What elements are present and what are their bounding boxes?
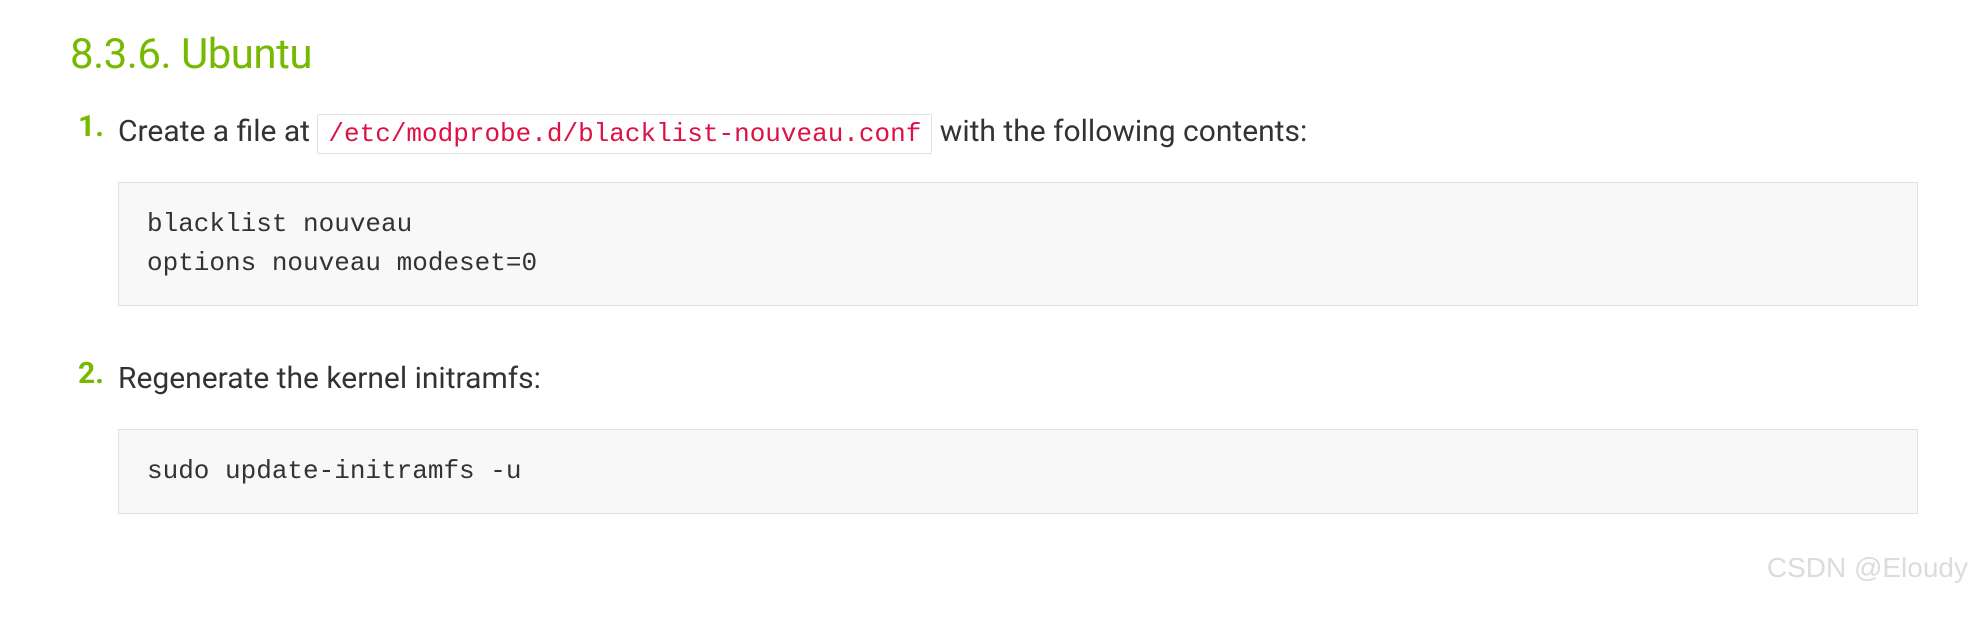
code-block[interactable]: blacklist nouveau options nouveau modese… [118,182,1918,306]
section-heading: 8.3.6. Ubuntu [70,30,1918,79]
step-text-before: Regenerate the kernel initramfs: [118,361,541,396]
step-item: Regenerate the kernel initramfs: sudo up… [70,356,1918,514]
step-text-after: with the following contents: [932,114,1307,149]
inline-code-path: /etc/modprobe.d/blacklist-nouveau.conf [317,114,932,154]
step-text: Regenerate the kernel initramfs: [118,356,1918,401]
code-block[interactable]: sudo update-initramfs -u [118,429,1918,514]
step-text-before: Create a file at [118,114,317,149]
step-item: Create a file at /etc/modprobe.d/blackli… [70,109,1918,306]
steps-list: Create a file at /etc/modprobe.d/blackli… [70,109,1918,514]
step-text: Create a file at /etc/modprobe.d/blackli… [118,109,1918,154]
watermark: CSDN @Eloudy [1767,552,1968,584]
